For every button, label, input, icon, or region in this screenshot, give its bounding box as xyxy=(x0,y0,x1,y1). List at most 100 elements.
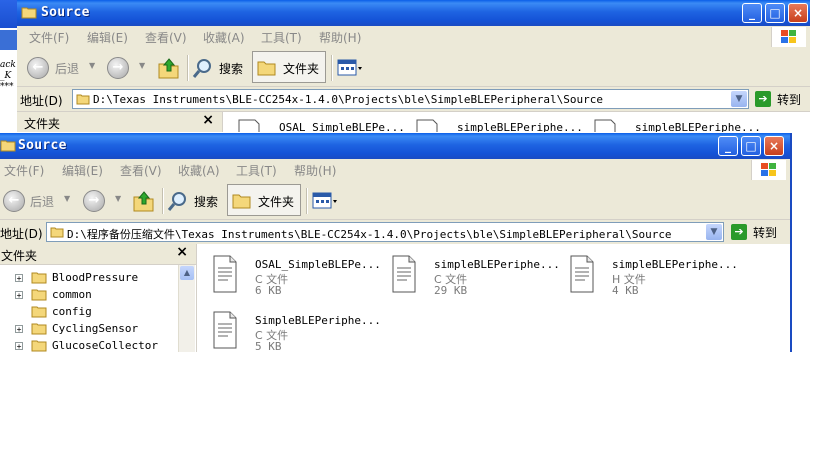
folder-icon xyxy=(76,94,90,105)
menu-view[interactable]: 查看(V) xyxy=(120,162,162,179)
back-button[interactable]: 后退 xyxy=(55,60,79,77)
file-name: SimpleBLEPeriphe... xyxy=(255,314,381,327)
folder-icon xyxy=(50,227,64,238)
menu-favorites[interactable]: 收藏(A) xyxy=(203,29,245,46)
file-icon xyxy=(416,119,438,132)
tree-item-cyclingsensor[interactable]: + CyclingSensor xyxy=(0,321,178,338)
expand-icon[interactable]: + xyxy=(15,342,23,351)
back-arrow-icon[interactable]: ← xyxy=(3,190,25,212)
tree-item-glucosecollector[interactable]: + GlucoseCollector xyxy=(0,338,178,352)
window-title: Source xyxy=(18,138,67,153)
c-file-icon xyxy=(213,255,237,293)
file-item[interactable]: SimpleBLEPeriphe... C 文件 5 KB xyxy=(211,310,381,352)
tree-item-config[interactable]: config xyxy=(0,304,178,321)
forward-dropdown-icon[interactable]: ▼ xyxy=(139,61,145,70)
back-dropdown-icon[interactable]: ▼ xyxy=(64,194,70,203)
fragment-text-2: _K xyxy=(0,71,12,81)
folder-pane-close-icon[interactable]: × xyxy=(202,112,214,128)
scroll-up-arrow-icon[interactable]: ▲ xyxy=(180,266,194,280)
up-folder-icon[interactable] xyxy=(157,56,181,80)
address-dropdown-icon[interactable]: ▼ xyxy=(706,224,722,240)
search-button[interactable]: 搜索 xyxy=(219,60,243,77)
folder-icon xyxy=(31,340,47,352)
address-dropdown-icon[interactable]: ▼ xyxy=(731,91,747,107)
c-file-icon xyxy=(213,311,237,349)
search-icon[interactable] xyxy=(192,57,214,79)
toolbar-separator xyxy=(162,188,164,214)
maximize-button[interactable]: □ xyxy=(741,136,761,156)
title-bar[interactable]: Source _ □ × xyxy=(0,133,790,159)
folder-pane-scrollbar[interactable]: ▲ xyxy=(178,265,195,352)
forward-arrow-icon[interactable]: → xyxy=(107,57,129,79)
go-button[interactable]: ➔ 转到 xyxy=(731,223,783,241)
file-icon xyxy=(594,119,616,132)
go-arrow-icon: ➔ xyxy=(755,91,771,107)
go-button[interactable]: ➔ 转到 xyxy=(755,90,805,108)
address-field[interactable]: D:\程序备份压缩文件\Texas Instruments\BLE-CC254x… xyxy=(46,222,724,242)
address-label: 地址(D) xyxy=(20,94,63,108)
explorer-window-front: Source _ □ × 文件(F) 编辑(E) 查看(V) 收藏(A) 工具(… xyxy=(0,133,792,352)
expand-icon[interactable]: + xyxy=(15,274,23,283)
address-bar: 地址(D) D:\Texas Instruments\BLE-CC254x-1.… xyxy=(17,87,810,112)
menu-tools[interactable]: 工具(T) xyxy=(236,162,277,179)
minimize-button[interactable]: _ xyxy=(742,3,762,23)
folder-icon xyxy=(31,289,47,301)
folder-pane-close-icon[interactable]: × xyxy=(176,244,188,260)
views-icon[interactable] xyxy=(312,192,338,210)
folders-button[interactable]: 文件夹 xyxy=(227,184,301,216)
expand-icon[interactable]: + xyxy=(15,325,23,334)
folder-pane: 文件夹 × + BloodPressure + common config + … xyxy=(0,244,197,352)
menu-file[interactable]: 文件(F) xyxy=(29,29,69,46)
title-bar[interactable]: Source _ □ × xyxy=(17,0,810,26)
close-button[interactable]: × xyxy=(764,136,784,156)
file-name: OSAL_SimpleBLEPe... xyxy=(255,258,381,271)
go-label: 转到 xyxy=(777,93,802,107)
back-dropdown-icon[interactable]: ▼ xyxy=(89,61,95,70)
folders-label: 文件夹 xyxy=(283,62,320,76)
up-folder-icon[interactable] xyxy=(132,189,156,213)
file-list: OSAL_SimpleBLEPe... C 文件 6 KB simpleBLEP… xyxy=(197,244,790,352)
tree-item-common[interactable]: + common xyxy=(0,287,178,304)
minimize-button[interactable]: _ xyxy=(718,136,738,156)
file-size: 29 KB xyxy=(434,284,468,297)
menu-tools[interactable]: 工具(T) xyxy=(261,29,302,46)
maximize-button[interactable]: □ xyxy=(765,3,785,23)
back-arrow-icon[interactable]: ← xyxy=(27,57,49,79)
tree-item-bloodpressure[interactable]: + BloodPressure xyxy=(0,270,178,287)
address-label: 地址(D) xyxy=(0,227,43,241)
file-name: simpleBLEPeriphe... xyxy=(612,258,738,271)
search-icon[interactable] xyxy=(167,190,189,212)
tree-item-label: BloodPressure xyxy=(52,271,139,284)
menu-favorites[interactable]: 收藏(A) xyxy=(178,162,220,179)
menu-help[interactable]: 帮助(H) xyxy=(294,162,336,179)
folders-button[interactable]: 文件夹 xyxy=(252,51,326,83)
folders-icon xyxy=(232,194,251,209)
file-item[interactable]: OSAL_SimpleBLEPe... C 文件 6 KB xyxy=(211,254,381,302)
menu-bar: 文件(F) 编辑(E) 查看(V) 收藏(A) 工具(T) 帮助(H) xyxy=(0,159,790,182)
menu-edit[interactable]: 编辑(E) xyxy=(87,29,128,46)
file-icon xyxy=(238,119,260,132)
close-button[interactable]: × xyxy=(788,3,808,23)
fragment-text-3: *** xyxy=(0,82,14,92)
search-button[interactable]: 搜索 xyxy=(194,193,218,210)
menu-file[interactable]: 文件(F) xyxy=(4,162,44,179)
folder-icon xyxy=(31,323,47,335)
folder-pane-title: 文件夹 xyxy=(24,117,61,131)
folders-label: 文件夹 xyxy=(258,195,295,209)
back-button[interactable]: 后退 xyxy=(30,193,54,210)
forward-arrow-icon[interactable]: → xyxy=(83,190,105,212)
folder-icon xyxy=(21,7,37,19)
file-item[interactable]: simpleBLEPeriphe... H 文件 4 KB xyxy=(568,254,738,302)
file-name: simpleBLEPeriphe... xyxy=(457,121,583,132)
menu-view[interactable]: 查看(V) xyxy=(145,29,187,46)
file-name: simpleBLEPeriphe... xyxy=(434,258,560,271)
forward-dropdown-icon[interactable]: ▼ xyxy=(115,194,121,203)
file-item[interactable]: simpleBLEPeriphe... C 文件 29 KB xyxy=(390,254,560,302)
menu-edit[interactable]: 编辑(E) xyxy=(62,162,103,179)
address-field[interactable]: D:\Texas Instruments\BLE-CC254x-1.4.0\Pr… xyxy=(72,89,749,109)
menu-help[interactable]: 帮助(H) xyxy=(319,29,361,46)
expand-icon[interactable]: + xyxy=(15,291,23,300)
folder-pane-title: 文件夹 xyxy=(1,249,38,263)
folder-icon xyxy=(31,306,47,318)
views-icon[interactable] xyxy=(337,59,363,77)
